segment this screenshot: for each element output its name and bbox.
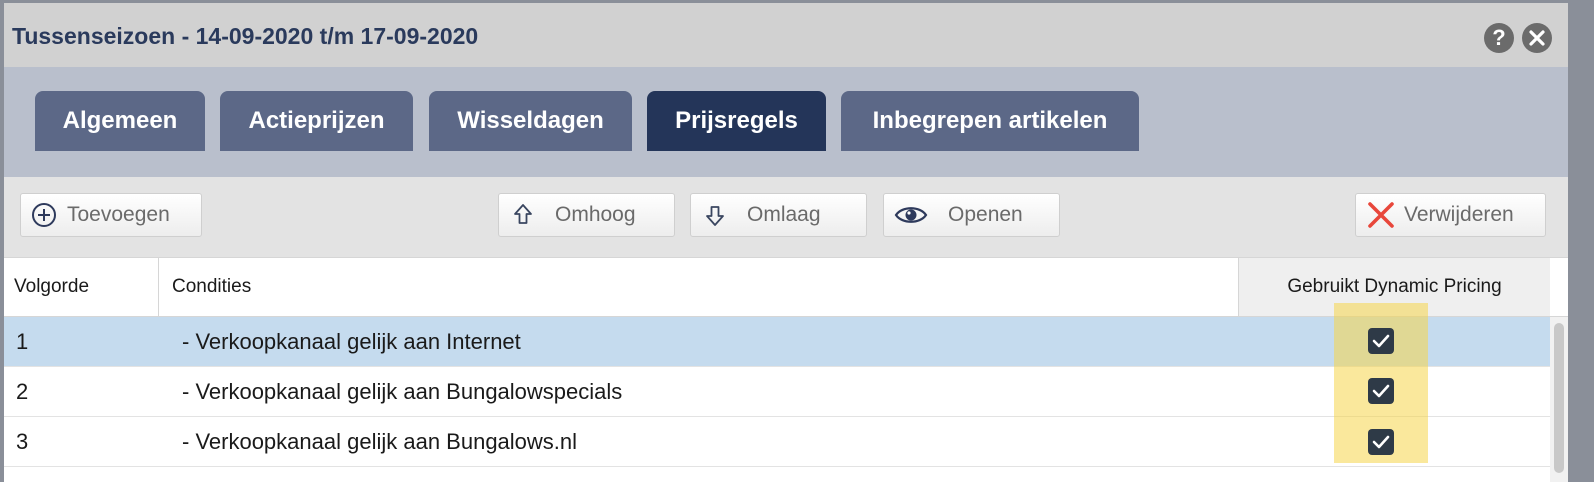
dialog-window: Tussenseizoen - 14-09-2020 t/m 17-09-202… — [4, 3, 1568, 482]
delete-x-icon — [1366, 200, 1396, 230]
row-order: 1 — [16, 329, 29, 354]
tab-prijsregels[interactable]: Prijsregels — [647, 91, 826, 151]
tab-inbegrepen-artikelen[interactable]: Inbegrepen artikelen — [841, 91, 1139, 151]
delete-button[interactable]: Verwijderen — [1355, 193, 1546, 237]
row-condition: - Verkoopkanaal gelijk aan Bungalowspeci… — [182, 379, 623, 404]
open-button-label: Openen — [948, 203, 1023, 226]
scrollbar-thumb[interactable] — [1554, 323, 1564, 473]
close-icon[interactable] — [1522, 23, 1552, 53]
arrow-up-icon — [513, 203, 533, 227]
add-button-label: Toevoegen — [67, 203, 170, 226]
move-down-button[interactable]: Omlaag — [690, 193, 867, 237]
table-row[interactable]: 2 - Verkoopkanaal gelijk aan Bungalowspe… — [4, 367, 1550, 417]
tab-strip: Algemeen Actieprijzen Wisseldagen Prijsr… — [4, 67, 1568, 177]
open-button[interactable]: Openen — [883, 193, 1060, 237]
table-row[interactable]: 1 - Verkoopkanaal gelijk aan Internet — [4, 317, 1550, 367]
column-header-volgorde[interactable]: Volgorde — [4, 258, 158, 316]
dynamic-pricing-checkbox[interactable] — [1368, 429, 1394, 455]
check-icon — [1372, 334, 1390, 348]
plus-circle-icon — [31, 202, 57, 228]
row-order: 3 — [16, 429, 29, 454]
row-order: 2 — [16, 379, 29, 404]
column-header-condities[interactable]: Condities — [158, 258, 1238, 316]
move-down-label: Omlaag — [747, 203, 821, 226]
row-condition: - Verkoopkanaal gelijk aan Bungalows.nl — [182, 429, 578, 454]
move-up-button[interactable]: Omhoog — [498, 193, 675, 237]
check-icon — [1372, 384, 1390, 398]
toolbar: Toevoegen Omhoog Omlaag Openen Verwijder — [4, 177, 1568, 257]
table-row[interactable]: 3 - Verkoopkanaal gelijk aan Bungalows.n… — [4, 417, 1550, 467]
help-icon[interactable]: ? — [1484, 23, 1514, 53]
arrow-down-icon — [705, 203, 725, 227]
tab-wisseldagen[interactable]: Wisseldagen — [429, 91, 632, 151]
vertical-scrollbar[interactable] — [1550, 317, 1568, 482]
dynamic-pricing-checkbox[interactable] — [1368, 328, 1394, 354]
dialog-title: Tussenseizoen - 14-09-2020 t/m 17-09-202… — [12, 23, 479, 49]
dynamic-pricing-checkbox[interactable] — [1368, 378, 1394, 404]
add-button[interactable]: Toevoegen — [20, 193, 202, 237]
row-condition: - Verkoopkanaal gelijk aan Internet — [182, 329, 521, 354]
check-icon — [1372, 435, 1390, 449]
tab-algemeen[interactable]: Algemeen — [35, 91, 205, 151]
tab-actieprijzen[interactable]: Actieprijzen — [220, 91, 413, 151]
delete-button-label: Verwijderen — [1404, 203, 1514, 226]
eye-icon — [894, 203, 928, 227]
move-up-label: Omhoog — [555, 203, 636, 226]
title-bar: Tussenseizoen - 14-09-2020 t/m 17-09-202… — [4, 3, 1568, 67]
